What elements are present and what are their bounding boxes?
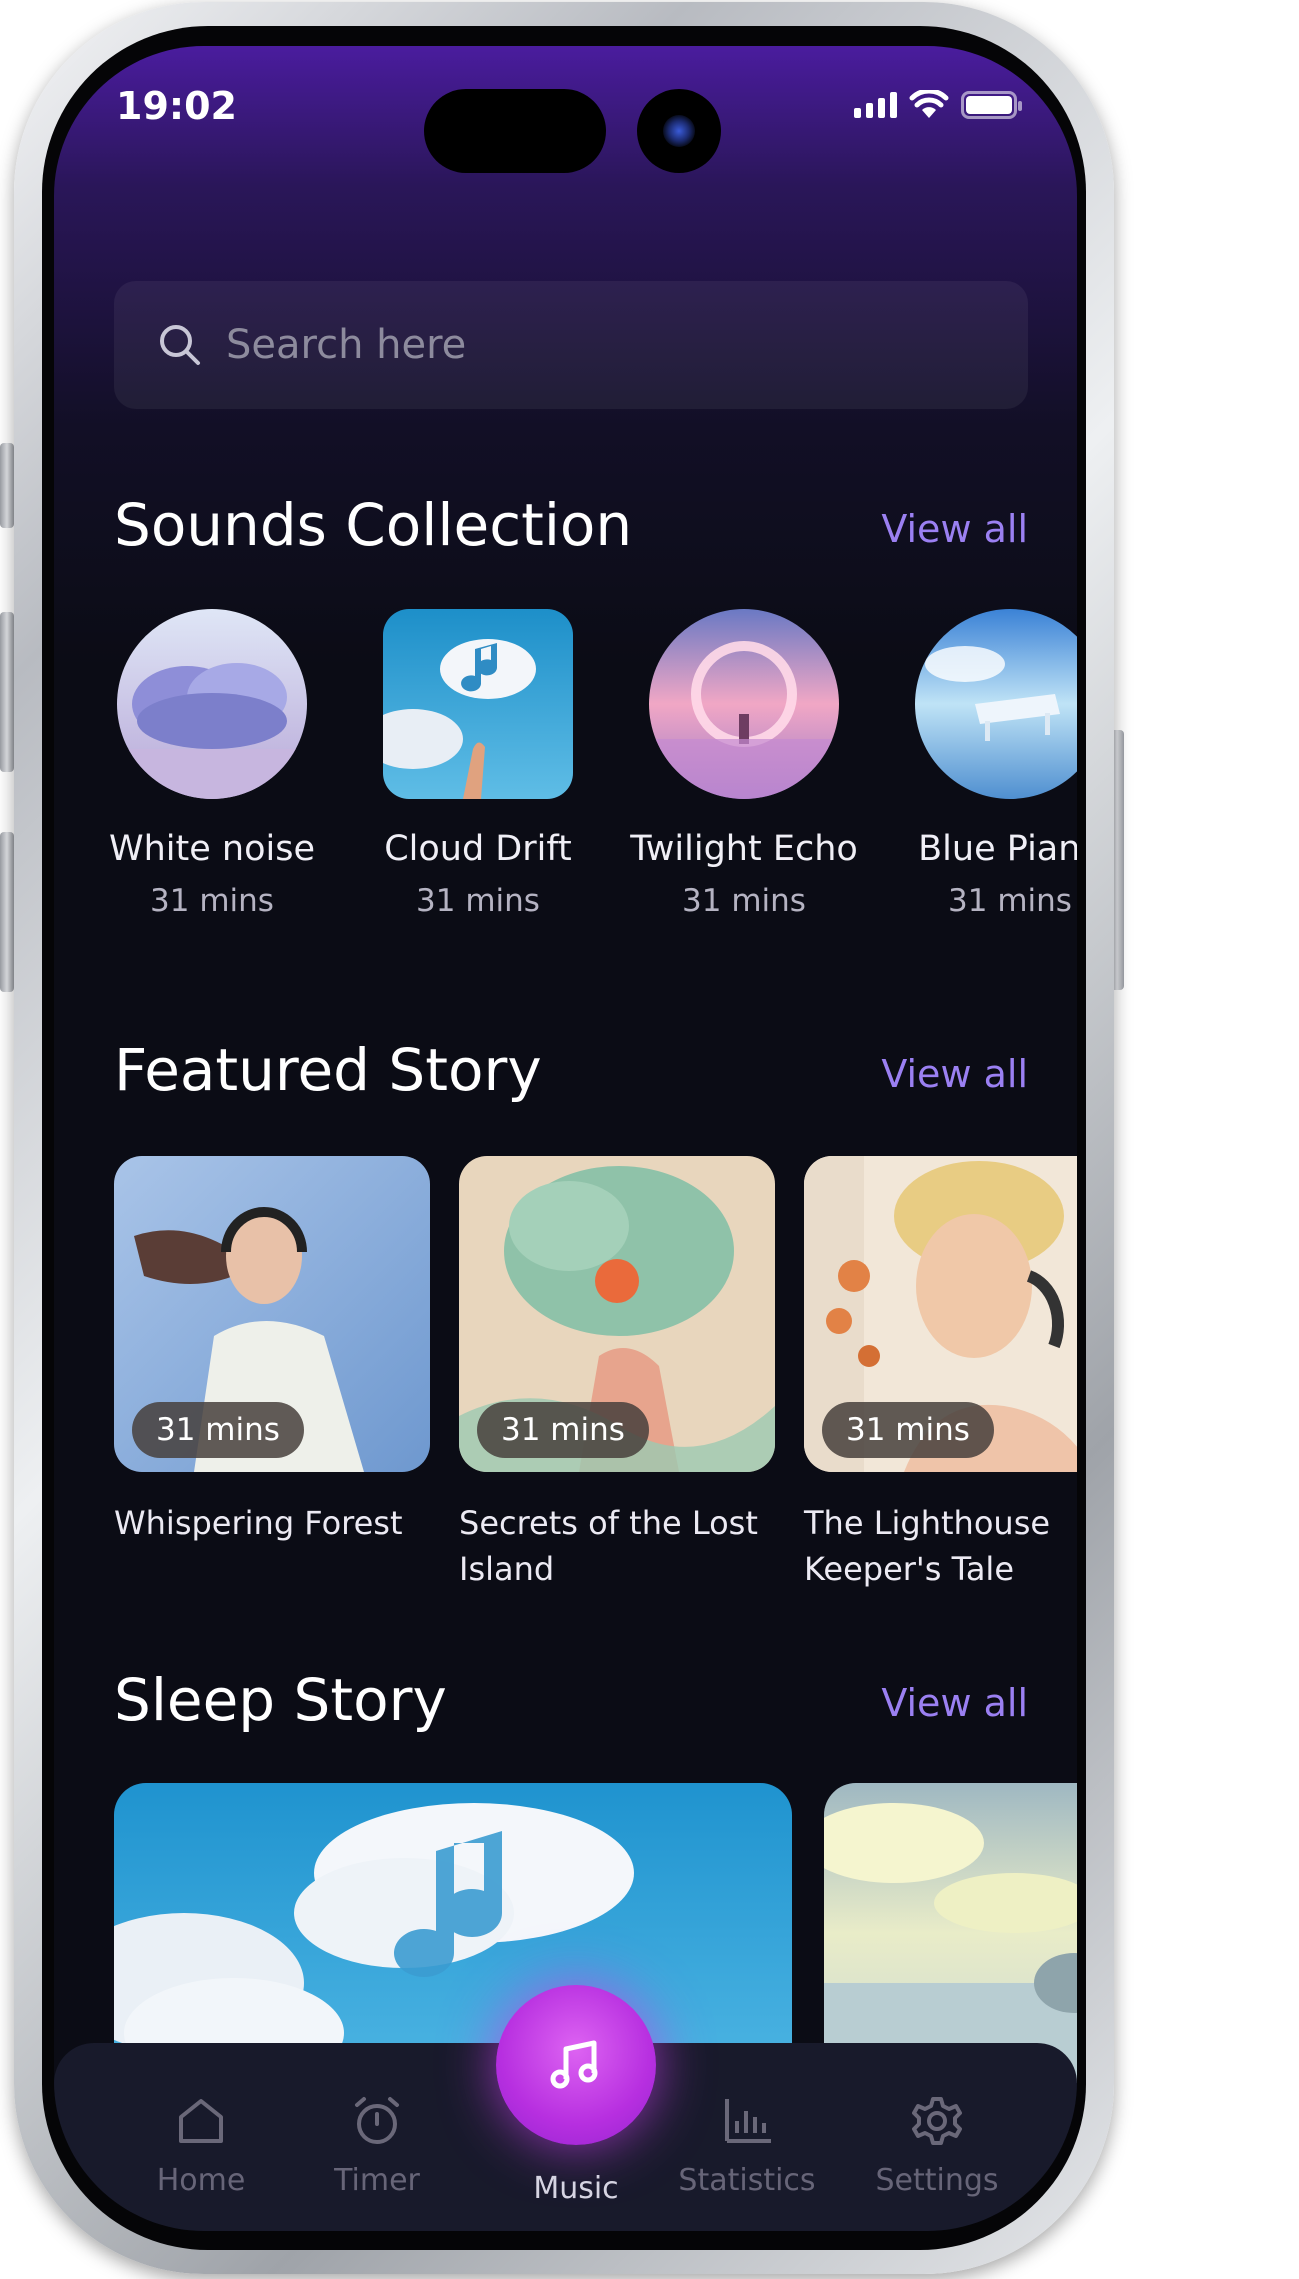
action-button (0, 443, 14, 528)
featured-story-card-whispering-forest[interactable]: 31 mins Whispering Forest (114, 1156, 430, 1546)
volume-up-button (0, 612, 14, 772)
featured-view-all-link[interactable]: View all (881, 1052, 1028, 1096)
sound-item-twilight-echo[interactable]: Twilight Echo 31 mins (611, 609, 877, 919)
status-time: 19:02 (116, 84, 237, 128)
tab-settings-label: Settings (875, 2163, 999, 2198)
sounds-view-all-link[interactable]: View all (881, 507, 1028, 551)
sound-duration: 31 mins (150, 883, 274, 919)
story-duration-badge: 31 mins (477, 1402, 649, 1458)
story-duration-badge: 31 mins (132, 1402, 304, 1458)
sound-duration: 31 mins (416, 883, 540, 919)
sleep-story-card-1[interactable] (114, 1783, 792, 2083)
music-note-icon (550, 2040, 598, 2089)
sound-item-cloud-drift[interactable]: Cloud Drift 31 mins (345, 609, 611, 919)
app-screen: 19:02 Sounds Collection View all (54, 46, 1077, 2231)
gear-icon (912, 2097, 962, 2145)
tab-home[interactable]: Home (126, 2093, 276, 2198)
tab-home-label: Home (156, 2163, 246, 2198)
tab-music-label: Music (533, 2171, 619, 2206)
search-bar[interactable] (114, 281, 1028, 409)
wifi-icon (909, 90, 949, 118)
search-icon (160, 325, 200, 365)
sleep-view-all-link[interactable]: View all (881, 1681, 1028, 1725)
status-icons (854, 90, 1022, 120)
sound-name: White noise (109, 829, 315, 869)
whispering-forest-image: 31 mins (114, 1156, 430, 1472)
sound-name: Twilight Echo (630, 829, 858, 869)
music-button[interactable] (496, 1985, 656, 2145)
story-duration-badge: 31 mins (822, 1402, 994, 1458)
white-noise-thumbnail (117, 609, 307, 799)
story-title: The Lighthouse Keeper's Tale (804, 1504, 1051, 1588)
sound-item-white-noise[interactable]: White noise 31 mins (79, 609, 345, 919)
sound-duration: 31 mins (682, 883, 806, 919)
featured-story-card-lighthouse-keeper[interactable]: 31 mins The Lighthouse Keeper's Tale (804, 1156, 1077, 1592)
timer-icon (355, 2097, 399, 2144)
story-title: Whispering Forest (114, 1504, 403, 1542)
statistics-icon (725, 2099, 771, 2143)
dynamic-island (424, 89, 606, 173)
sleep-story-card-2[interactable] (824, 1783, 1077, 2083)
story-title: Secrets of the Lost Island (459, 1504, 758, 1588)
phone-frame: 19:02 Sounds Collection View all (14, 2, 1114, 2274)
lighthouse-keeper-image: 31 mins (804, 1156, 1077, 1472)
cloud-drift-thumbnail (383, 609, 573, 799)
sleep-story-title: Sleep Story (114, 1666, 447, 1734)
sound-item-blue-piano[interactable]: Blue Piano 31 mins (877, 609, 1077, 919)
lost-island-image: 31 mins (459, 1156, 775, 1472)
sound-duration: 31 mins (948, 883, 1072, 919)
tab-timer[interactable]: Timer (302, 2093, 452, 2198)
sound-name: Cloud Drift (384, 829, 572, 869)
tab-timer-label: Timer (334, 2163, 420, 2198)
home-icon (179, 2099, 223, 2143)
tab-statistics[interactable]: Statistics (672, 2093, 822, 2198)
camera-lens (637, 89, 721, 173)
tab-settings[interactable]: Settings (862, 2093, 1012, 2198)
battery-icon (961, 91, 1022, 119)
blue-piano-thumbnail (915, 609, 1077, 799)
sounds-collection-title: Sounds Collection (114, 491, 633, 559)
sound-name: Blue Piano (918, 829, 1077, 869)
cellular-signal-icon (854, 92, 897, 118)
volume-down-button (0, 832, 14, 992)
search-input[interactable] (224, 321, 1028, 369)
twilight-echo-thumbnail (649, 609, 839, 799)
featured-story-card-lost-island[interactable]: 31 mins Secrets of the Lost Island (459, 1156, 775, 1592)
featured-story-title: Featured Story (114, 1036, 542, 1104)
tab-statistics-label: Statistics (678, 2163, 816, 2198)
